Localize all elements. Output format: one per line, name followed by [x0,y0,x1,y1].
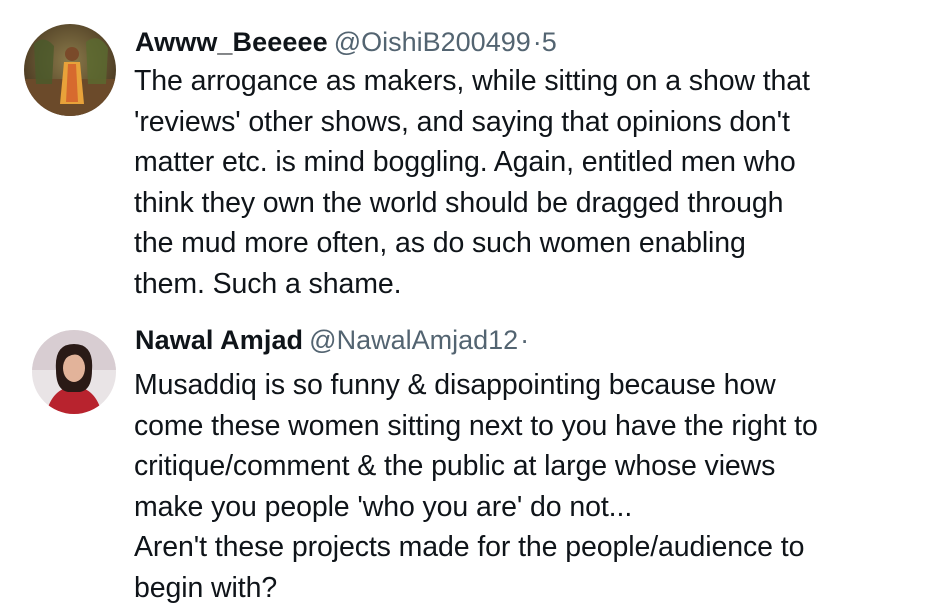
avatar[interactable] [24,24,116,116]
tweet-text: Musaddiq is so funny & disappointing bec… [134,369,818,604]
tweet-header: Awww_Beeeee @OishiB200499·5 [135,26,557,58]
display-name[interactable]: Awww_Beeeee [135,27,328,57]
avatar-photo-icon [32,330,116,414]
user-handle[interactable]: @OishiB200499 [334,27,531,57]
tweet[interactable]: Awww_Beeeee @OishiB200499·5 The arrogance… [0,0,949,305]
display-name[interactable]: Nawal Amjad [135,325,303,355]
tweet-header: Nawal Amjad @NawalAmjad12· [135,324,529,356]
avatar[interactable] [32,330,116,414]
user-handle[interactable]: @NawalAmjad12 [309,325,518,355]
timestamp[interactable]: 5 [542,27,557,57]
separator-dot: · [520,325,530,355]
avatar-photo-icon [24,24,116,116]
tweet-text: The arrogance as makers, while sitting o… [134,65,810,300]
separator-dot: · [532,27,542,57]
tweet[interactable]: Nawal Amjad @NawalAmjad12· Musaddiq is so… [0,310,949,606]
